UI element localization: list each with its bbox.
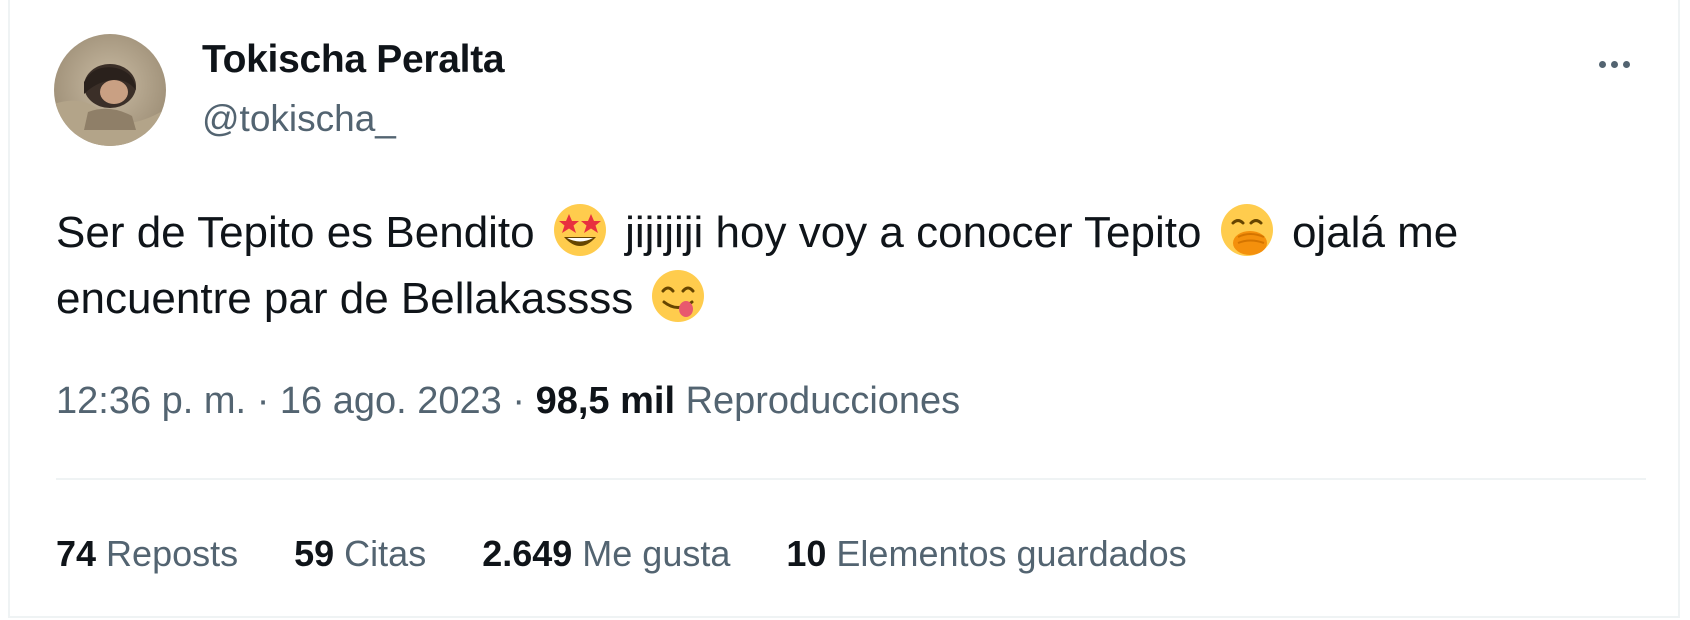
- quotes-label: Citas: [344, 533, 427, 574]
- more-horizontal-icon: [1598, 60, 1606, 68]
- tweet-date[interactable]: 16 ago. 2023: [280, 380, 502, 422]
- quotes-count: 59: [294, 533, 335, 574]
- views-count: 98,5 mil: [535, 380, 675, 422]
- reposts-count: 74: [56, 533, 97, 574]
- likes-stat[interactable]: 2.649 Me gusta: [482, 533, 730, 575]
- bookmarks-count: 10: [786, 533, 827, 574]
- bookmarks-stat[interactable]: 10 Elementos guardados: [786, 533, 1186, 575]
- likes-count: 2.649: [482, 533, 573, 574]
- tweet-text-segment: ojalá me: [1291, 208, 1459, 257]
- quotes-stat[interactable]: 59 Citas: [294, 533, 426, 575]
- tweet-text-segment: Ser de Tepito es Bendito: [56, 208, 535, 257]
- tweet-metadata: 12:36 p. m. · 16 ago. 2023 · 98,5 mil Re…: [56, 380, 960, 423]
- avatar[interactable]: [54, 34, 166, 146]
- divider: [56, 478, 1646, 480]
- engagement-stats: 74 Reposts 59 Citas 2.649 Me gusta 10 Elemen…: [56, 533, 1187, 575]
- face-savoring-food-emoji: [649, 267, 707, 325]
- tweet-text: Ser de Tepito es Bendito jijijiji hoy vo…: [56, 200, 1656, 332]
- reposts-stat[interactable]: 74 Reposts: [56, 533, 238, 575]
- reposts-label: Reposts: [106, 533, 239, 574]
- profile-photo: [54, 34, 166, 146]
- likes-label: Me gusta: [582, 533, 731, 574]
- bookmarks-label: Elementos guardados: [836, 533, 1187, 574]
- star-struck-emoji: [551, 201, 609, 259]
- meta-separator: ·: [512, 380, 526, 422]
- tweet-card: Tokischa Peralta @tokischa_ Ser de Tepit…: [8, 0, 1680, 618]
- tweet-time[interactable]: 12:36 p. m.: [56, 380, 246, 422]
- tweet-text-segment: encuentre par de Bellakassss: [56, 274, 634, 323]
- tweet-text-segment: jijijiji hoy voy a conocer Tepito: [625, 208, 1202, 257]
- more-options-button[interactable]: [1584, 44, 1644, 84]
- meta-separator: ·: [256, 380, 270, 422]
- face-with-hand-over-mouth-emoji: [1218, 201, 1276, 259]
- views-label: Reproducciones: [685, 380, 961, 422]
- author-handle[interactable]: @tokischa_: [202, 98, 396, 140]
- author-display-name[interactable]: Tokischa Peralta: [202, 38, 505, 82]
